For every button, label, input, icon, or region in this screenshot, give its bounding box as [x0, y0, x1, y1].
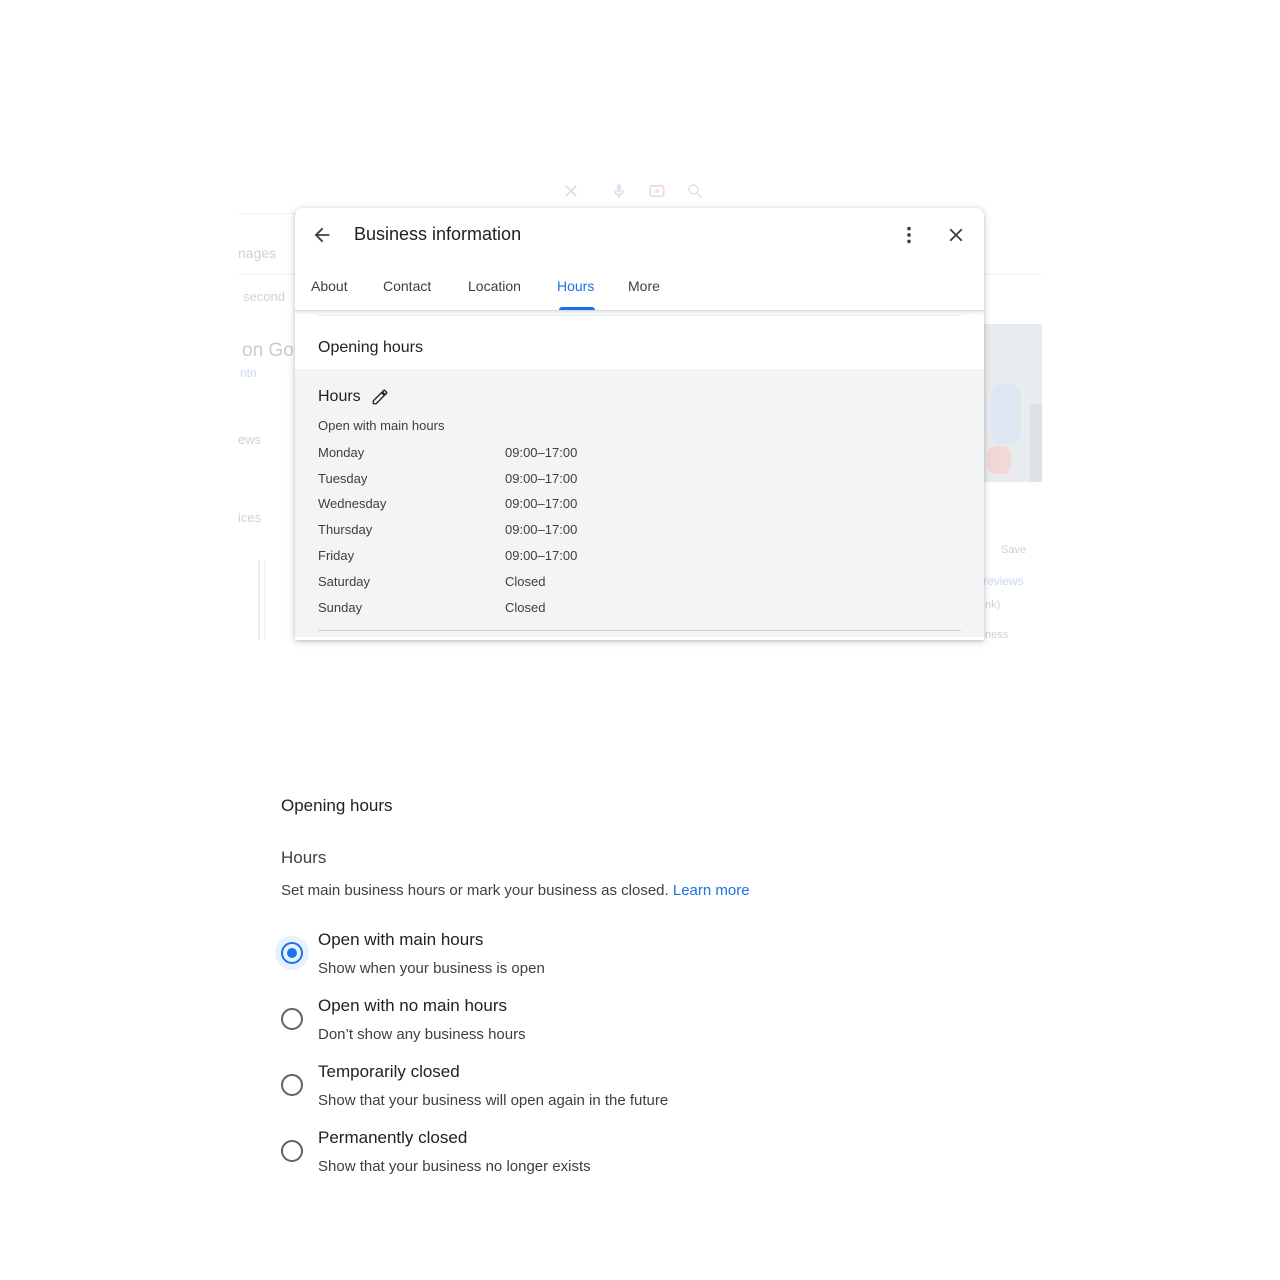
learn-more-link[interactable]: Learn more — [673, 882, 750, 899]
hours-panel[interactable]: Hours Open with main hours Monday 09:00–… — [295, 369, 984, 637]
background-card-edge — [264, 560, 265, 640]
hours-status: Open with main hours — [318, 418, 445, 433]
day-label: Wednesday — [318, 496, 387, 511]
option-label: Open with main hours — [318, 930, 484, 949]
background-divider — [238, 213, 298, 214]
option-permanently-closed[interactable]: Permanently closed Show that your busine… — [281, 1128, 981, 1188]
background-text: nages — [238, 245, 277, 261]
background-text: on Go — [242, 340, 294, 361]
option-label: Temporarily closed — [318, 1062, 460, 1081]
tab-bar: About Contact Location Hours More — [295, 262, 984, 311]
day-label: Thursday — [318, 522, 373, 537]
divider — [318, 315, 961, 316]
option-label: Open with no main hours — [318, 996, 507, 1015]
radio-button[interactable] — [281, 1008, 303, 1030]
radio-button[interactable] — [281, 1074, 303, 1096]
hours-heading: Hours — [318, 388, 361, 405]
tab-about[interactable]: About — [311, 278, 348, 294]
tab-location[interactable]: Location — [468, 278, 521, 294]
more-options-button[interactable] — [894, 220, 924, 250]
tab-more[interactable]: More — [628, 278, 660, 294]
section-title: Opening hours — [318, 339, 423, 356]
radio-button-selected[interactable] — [275, 936, 309, 970]
tab-hours[interactable]: Hours — [557, 278, 594, 294]
business-information-dialog: Business information About Contact Locat… — [295, 208, 984, 640]
time-value: 09:00–17:00 — [505, 445, 578, 460]
hours-description: Set main business hours or mark your bus… — [281, 882, 750, 899]
option-description: Show when your business is open — [318, 960, 545, 977]
time-value: Closed — [505, 600, 546, 615]
time-value: 09:00–17:00 — [505, 548, 578, 563]
active-tab-indicator — [559, 307, 595, 310]
background-text: ices — [238, 510, 262, 525]
day-label: Saturday — [318, 574, 371, 589]
day-label: Monday — [318, 445, 365, 460]
background-text: ness — [985, 629, 1009, 640]
editor-title: Opening hours — [281, 796, 393, 815]
background-text: reviews — [983, 574, 1024, 588]
dialog-title: Business information — [354, 224, 522, 244]
option-open-main-hours[interactable]: Open with main hours Show when your busi… — [275, 930, 981, 990]
day-label: Tuesday — [318, 471, 368, 486]
option-label: Permanently closed — [318, 1128, 468, 1147]
background-photo — [983, 324, 1042, 482]
close-icon — [565, 185, 577, 197]
option-description: Don’t show any business hours — [318, 1026, 526, 1043]
option-description: Show that your business no longer exists — [318, 1158, 591, 1175]
time-value: 09:00–17:00 — [505, 496, 578, 511]
option-description: Show that your business will open again … — [318, 1092, 669, 1109]
background-text: Save — [1001, 544, 1027, 556]
close-icon — [949, 228, 963, 242]
time-value: 09:00–17:00 — [505, 522, 578, 537]
camera-icon — [649, 185, 665, 197]
time-value: Closed — [505, 574, 546, 589]
option-open-no-main-hours[interactable]: Open with no main hours Don’t show any b… — [281, 996, 981, 1056]
option-temporarily-closed[interactable]: Temporarily closed Show that your busine… — [281, 1062, 981, 1122]
background-text: ntn — [240, 366, 257, 380]
background-text: nk) — [985, 599, 1001, 611]
pencil-icon[interactable] — [371, 388, 389, 406]
more-vert-icon — [907, 226, 911, 244]
background-text: ews — [238, 432, 262, 447]
description-text: Set main business hours or mark your bus… — [281, 882, 669, 899]
background-text: second — [243, 289, 285, 304]
tab-contact[interactable]: Contact — [383, 278, 431, 294]
close-button[interactable] — [941, 220, 971, 250]
hours-label: Hours — [281, 848, 327, 867]
day-label: Friday — [318, 548, 355, 563]
mic-icon — [613, 184, 625, 198]
time-value: 09:00–17:00 — [505, 471, 578, 486]
arrow-back-icon — [314, 227, 330, 243]
dialog-header: Business information — [295, 208, 984, 262]
search-icon — [688, 184, 703, 199]
divider — [318, 630, 961, 631]
day-label: Sunday — [318, 600, 363, 615]
background-card-edge — [258, 560, 260, 640]
radio-button[interactable] — [281, 1140, 303, 1162]
back-button[interactable] — [307, 220, 337, 250]
